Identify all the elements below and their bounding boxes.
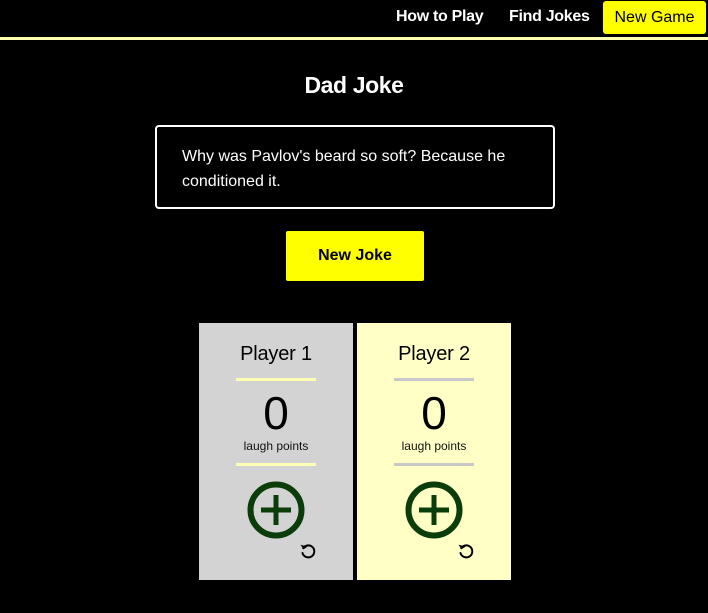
undo-icon <box>458 544 474 559</box>
nav-find-jokes-link[interactable]: Find Jokes <box>509 6 590 28</box>
reset-score-button[interactable] <box>299 542 317 560</box>
divider <box>394 378 474 381</box>
top-nav: How to Play Find Jokes New Game <box>0 0 708 36</box>
player-name: Player 2 <box>398 343 470 365</box>
new-game-button[interactable]: New Game <box>603 1 706 34</box>
new-joke-button[interactable]: New Joke <box>286 231 424 281</box>
player-2-card: Player 2 0 laugh points <box>357 323 511 580</box>
plus-circle-icon <box>405 481 463 539</box>
page-title: Dad Joke <box>304 72 404 98</box>
add-point-button[interactable] <box>405 481 463 539</box>
divider <box>394 463 474 466</box>
player-1-card: Player 1 0 laugh points <box>199 323 353 580</box>
divider <box>236 378 316 381</box>
undo-icon <box>300 544 316 559</box>
nav-divider <box>0 37 708 40</box>
score-label: laugh points <box>401 439 467 453</box>
add-point-button[interactable] <box>247 481 305 539</box>
score-label: laugh points <box>243 439 309 453</box>
reset-score-button[interactable] <box>457 542 475 560</box>
score-value: 0 <box>263 387 289 439</box>
plus-circle-icon <box>247 481 305 539</box>
score-value: 0 <box>421 387 447 439</box>
nav-how-to-play-link[interactable]: How to Play <box>396 6 484 28</box>
player-name: Player 1 <box>240 343 312 365</box>
joke-text-box: Why was Pavlov's beard so soft? Because … <box>155 125 555 209</box>
divider <box>236 463 316 466</box>
